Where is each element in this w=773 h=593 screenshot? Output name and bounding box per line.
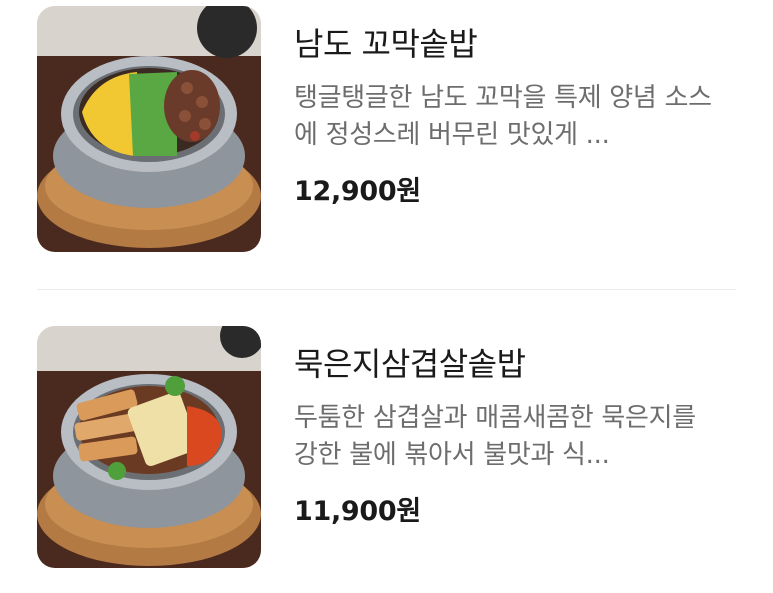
menu-item-info: 남도 꼬막솥밥 탱글탱글한 남도 꼬막을 특제 양념 소스에 정성스레 버무린 … [294,24,744,208]
menu-item-description: 탱글탱글한 남도 꼬막을 특제 양념 소스에 정성스레 버무린 맛있게 ... [294,82,712,151]
divider [37,289,736,290]
menu-item[interactable]: 묵은지삼겹살솥밥 두툼한 삼겹살과 매콤새콤한 묵은지를 강한 불에 볶아서 불… [0,295,773,593]
menu-item-description: 두툼한 삼겹살과 매콤새콤한 묵은지를 강한 불에 볶아서 불맛과 식... [294,402,696,471]
menu-item-name: 묵은지삼겹살솥밥 [294,345,526,383]
menu-item-info: 묵은지삼겹살솥밥 두툼한 삼겹살과 매콤새콤한 묵은지를 강한 불에 볶아서 불… [294,344,744,528]
menu-item-price: 11,900원 [294,495,421,527]
pork-kimchi-rice-pot-photo [37,326,261,568]
menu-item-price: 12,900원 [294,175,421,207]
menu-item-name: 남도 꼬막솥밥 [294,25,478,63]
menu-item[interactable]: 남도 꼬막솥밥 탱글탱글한 남도 꼬막을 특제 양념 소스에 정성스레 버무린 … [0,0,773,300]
cockle-rice-pot-photo [37,6,261,252]
